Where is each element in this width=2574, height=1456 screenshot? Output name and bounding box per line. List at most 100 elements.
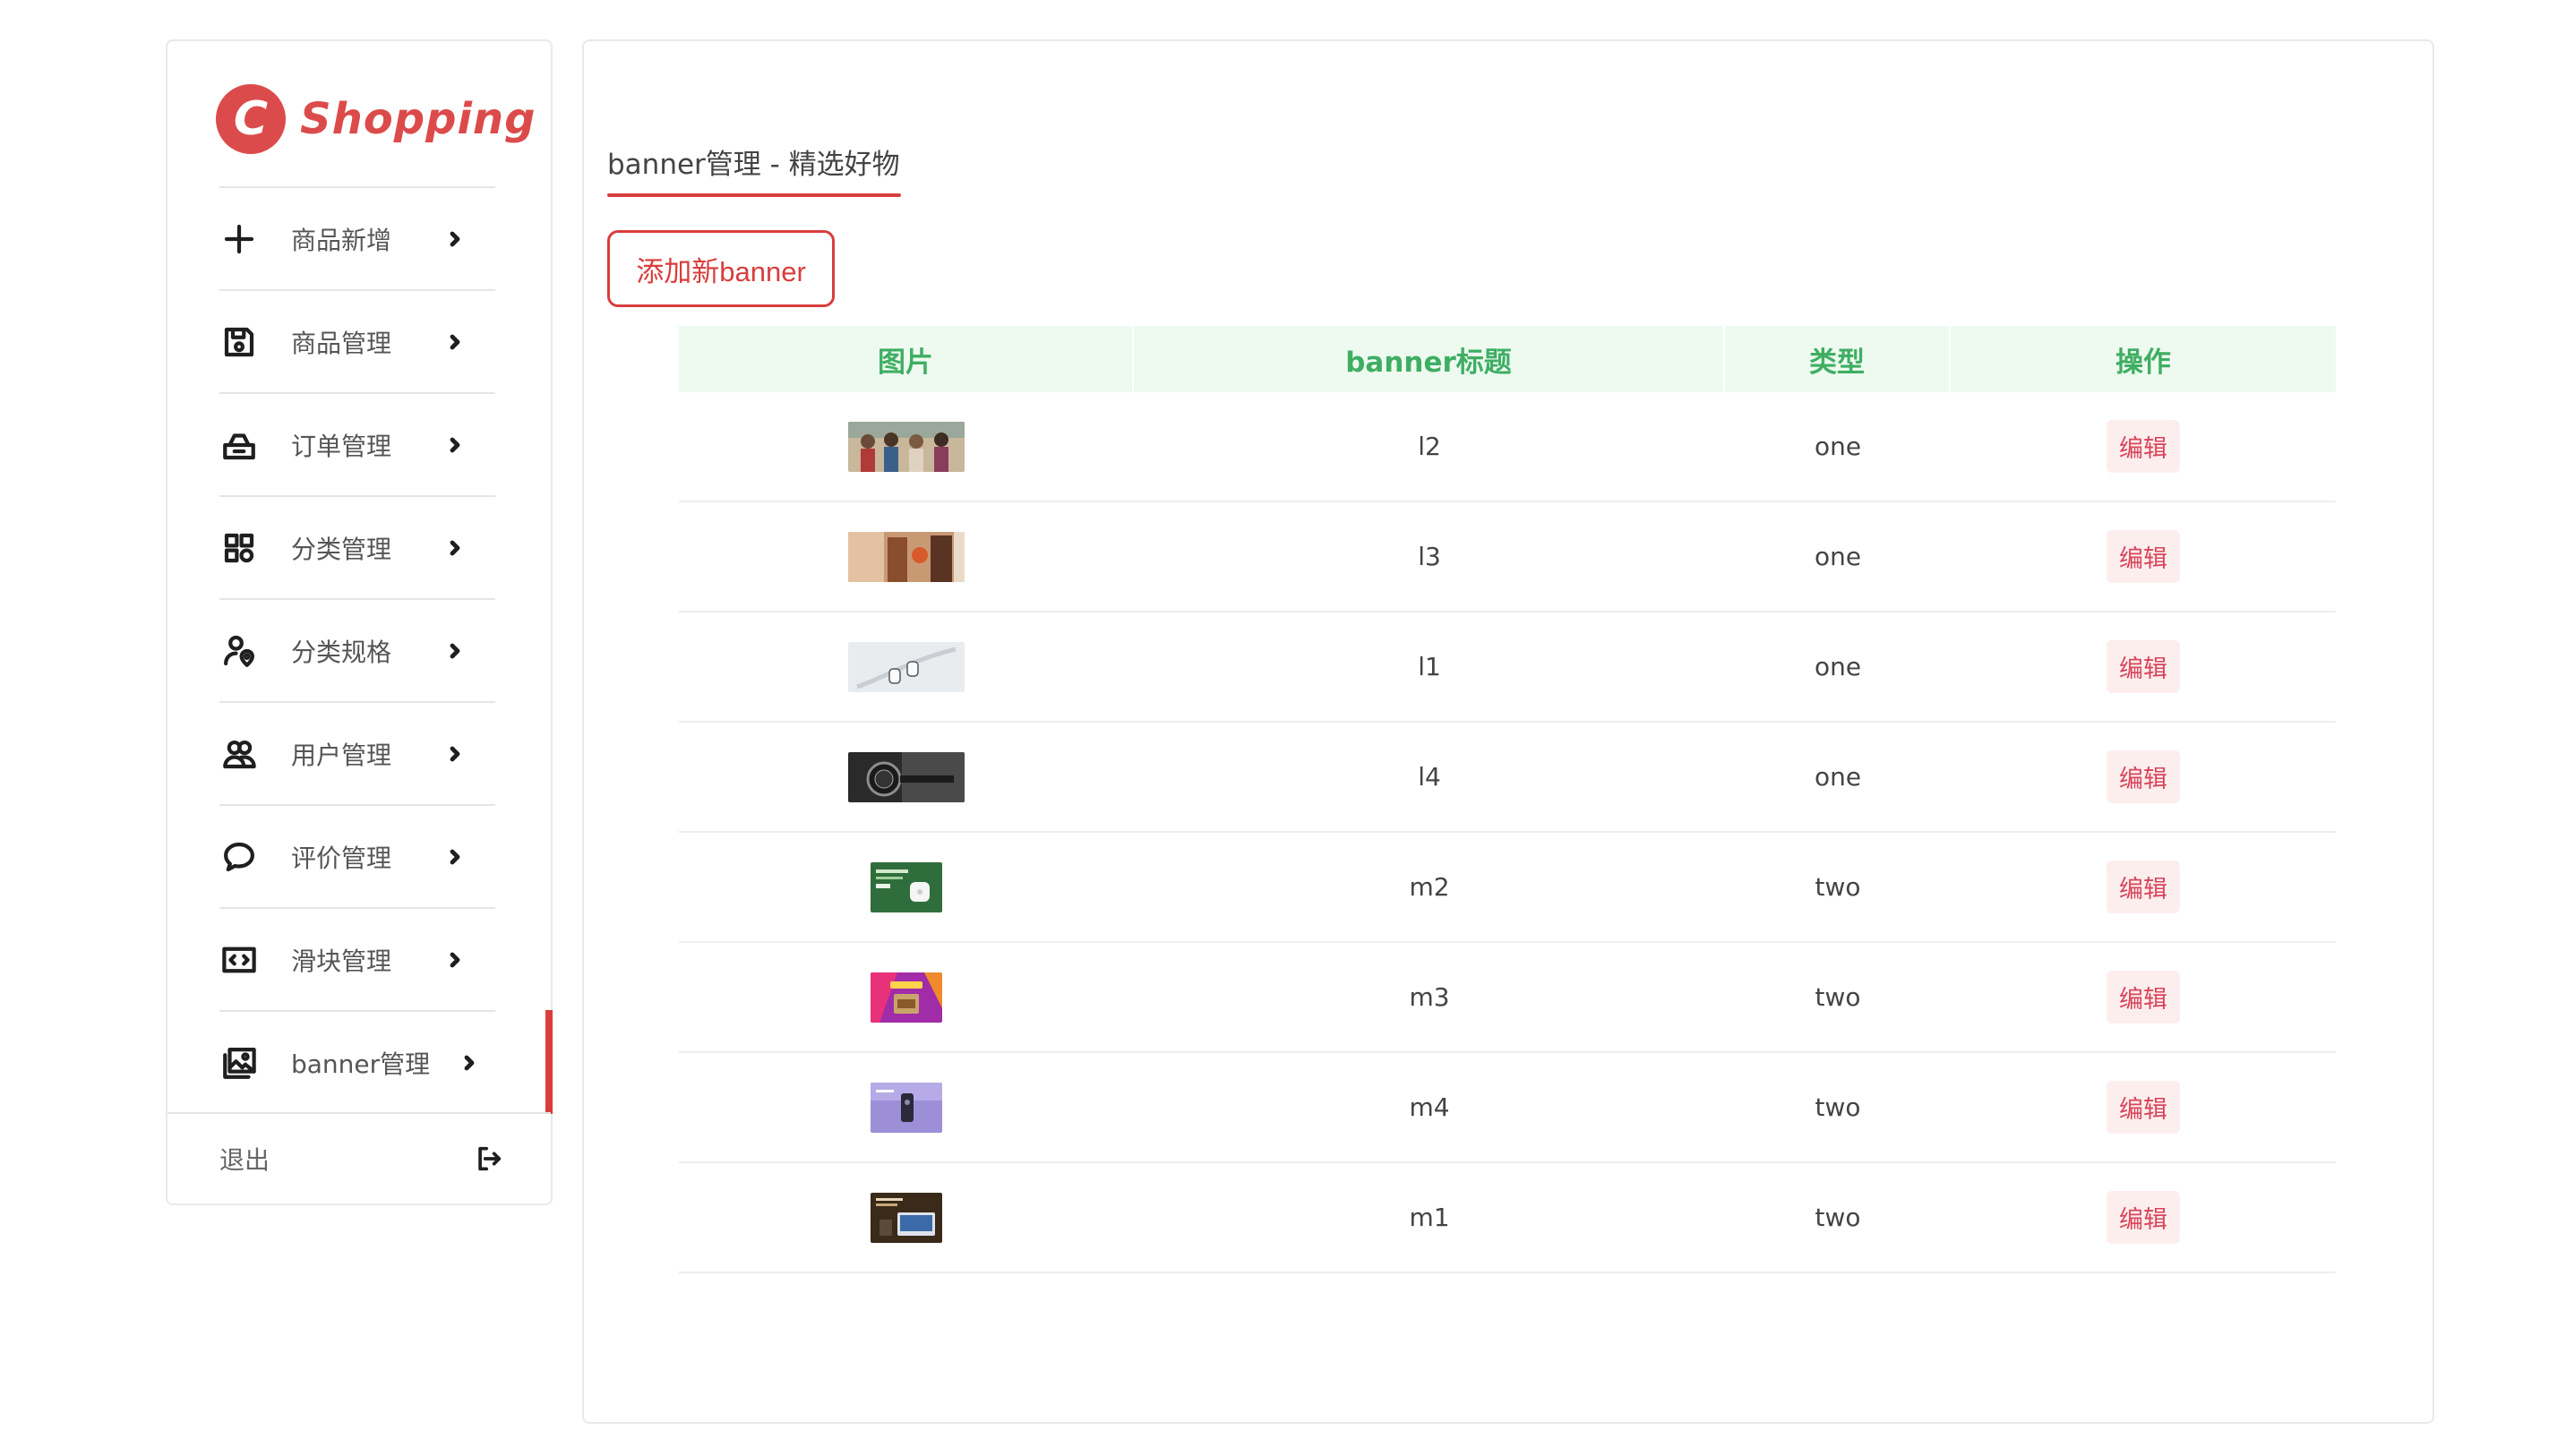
action-cell: 编辑 xyxy=(1951,833,2336,941)
table-row: l4 one 编辑 xyxy=(679,723,2336,833)
basket-icon xyxy=(219,425,259,465)
sidebar-item-label: 用户管理 xyxy=(291,740,392,770)
table-row: m2 two 编辑 xyxy=(679,833,2336,943)
type-cell: one xyxy=(1814,542,1862,571)
sidebar: C Shopping 商品新增 商品管理 订单管理 分类管理 分类规格 用户管理… xyxy=(166,39,553,1205)
logo-mark-icon: C xyxy=(216,84,286,154)
brand-logo[interactable]: C Shopping xyxy=(216,79,536,159)
sidebar-item-reviews[interactable]: 评价管理 xyxy=(219,806,495,909)
image-cell xyxy=(679,943,1134,1051)
column-header-action: 操作 xyxy=(2115,346,2171,379)
action-cell: 编辑 xyxy=(1951,502,2336,611)
sidebar-item-sliders[interactable]: 滑块管理 xyxy=(219,909,495,1012)
image-cell xyxy=(679,1053,1134,1161)
chevron-right-icon xyxy=(447,849,463,865)
image-cell xyxy=(679,723,1134,831)
brand-name: Shopping xyxy=(300,94,536,144)
chevron-right-icon xyxy=(447,952,463,968)
logout-button[interactable]: 退出 xyxy=(219,1112,502,1205)
users-icon xyxy=(219,734,259,774)
title-underline xyxy=(607,193,901,197)
plus-icon xyxy=(219,219,259,259)
sidebar-item-products[interactable]: 商品管理 xyxy=(219,291,495,394)
type-cell: two xyxy=(1815,1203,1861,1232)
main-panel: banner管理 - 精选好物 添加新banner 图片 banner标题 类型… xyxy=(582,39,2434,1424)
chat-bubble-icon xyxy=(219,837,259,877)
action-cell: 编辑 xyxy=(1951,1053,2336,1161)
title-cell: m2 xyxy=(1409,872,1450,902)
action-cell: 编辑 xyxy=(1951,612,2336,721)
edit-button[interactable]: 编辑 xyxy=(2106,420,2180,473)
sidebar-item-add-product[interactable]: 商品新增 xyxy=(219,188,495,291)
type-cell: one xyxy=(1814,652,1862,681)
chevron-right-icon xyxy=(447,231,463,247)
banner-thumbnail xyxy=(871,1082,942,1133)
type-cell: one xyxy=(1814,432,1862,461)
sidebar-item-label: 滑块管理 xyxy=(291,946,392,976)
sidebar-item-banners[interactable]: banner管理 xyxy=(219,1012,495,1113)
sidebar-item-categories[interactable]: 分类管理 xyxy=(219,497,495,600)
action-cell: 编辑 xyxy=(1951,943,2336,1051)
image-cell xyxy=(679,833,1134,941)
image-cell xyxy=(679,392,1134,501)
floppy-disk-icon xyxy=(219,322,259,362)
title-cell: m4 xyxy=(1409,1092,1450,1122)
image-cell xyxy=(679,502,1134,611)
column-header-type: 类型 xyxy=(1725,326,1951,392)
chevron-right-icon xyxy=(461,1055,477,1071)
action-cell: 编辑 xyxy=(1951,723,2336,831)
sidebar-item-label: 评价管理 xyxy=(291,843,392,873)
sidebar-item-label: 商品管理 xyxy=(291,328,392,358)
chevron-right-icon xyxy=(447,643,463,659)
sidebar-item-orders[interactable]: 订单管理 xyxy=(219,394,495,497)
banner-thumbnail xyxy=(848,641,965,692)
table-row: l3 one 编辑 xyxy=(679,502,2336,612)
banner-thumbnail xyxy=(848,421,965,472)
sidebar-item-label: banner管理 xyxy=(291,1049,431,1079)
table-row: l2 one 编辑 xyxy=(679,392,2336,502)
title-cell: m3 xyxy=(1409,982,1450,1012)
column-header-title: banner标题 xyxy=(1134,326,1725,392)
slider-code-icon xyxy=(219,940,259,980)
active-indicator xyxy=(545,1010,553,1114)
table-header: 图片 banner标题 类型 操作 xyxy=(679,326,2336,392)
chevron-right-icon xyxy=(447,437,463,453)
sidebar-nav: 商品新增 商品管理 订单管理 分类管理 分类规格 用户管理 评价管理 滑块管理 … xyxy=(219,188,495,1113)
edit-button[interactable]: 编辑 xyxy=(2106,1191,2180,1244)
sidebar-item-label: 分类管理 xyxy=(291,534,392,564)
add-banner-button[interactable]: 添加新banner xyxy=(607,230,835,307)
banner-thumbnail xyxy=(848,751,965,802)
sidebar-item-users[interactable]: 用户管理 xyxy=(219,703,495,806)
type-cell: two xyxy=(1815,1092,1861,1122)
sidebar-item-label: 商品新增 xyxy=(291,225,392,255)
column-header-image: 图片 xyxy=(679,326,1134,392)
sidebar-item-label: 分类规格 xyxy=(291,637,392,667)
sidebar-item-specs[interactable]: 分类规格 xyxy=(219,600,495,703)
page-title: banner管理 - 精选好物 xyxy=(607,149,900,181)
type-cell: one xyxy=(1814,762,1862,792)
chevron-right-icon xyxy=(447,540,463,556)
images-icon xyxy=(219,1043,259,1083)
banner-thumbnail xyxy=(848,531,965,582)
edit-button[interactable]: 编辑 xyxy=(2106,640,2180,693)
title-cell: l2 xyxy=(1418,432,1441,461)
image-cell xyxy=(679,1163,1134,1272)
edit-button[interactable]: 编辑 xyxy=(2106,1081,2180,1134)
image-cell xyxy=(679,612,1134,721)
edit-button[interactable]: 编辑 xyxy=(2106,861,2180,913)
edit-button[interactable]: 编辑 xyxy=(2106,530,2180,583)
edit-button[interactable]: 编辑 xyxy=(2106,750,2180,803)
title-cell: l3 xyxy=(1418,542,1441,571)
type-cell: two xyxy=(1815,982,1861,1012)
edit-button[interactable]: 编辑 xyxy=(2106,971,2180,1023)
grid-icon xyxy=(219,528,259,568)
table-row: m3 two 编辑 xyxy=(679,943,2336,1053)
banner-thumbnail xyxy=(871,1192,942,1243)
chevron-right-icon xyxy=(447,334,463,350)
title-cell: m1 xyxy=(1409,1203,1450,1232)
banner-thumbnail xyxy=(871,972,942,1023)
action-cell: 编辑 xyxy=(1951,392,2336,501)
sidebar-item-label: 订单管理 xyxy=(291,431,392,461)
action-cell: 编辑 xyxy=(1951,1163,2336,1272)
table-row: m1 two 编辑 xyxy=(679,1163,2336,1273)
